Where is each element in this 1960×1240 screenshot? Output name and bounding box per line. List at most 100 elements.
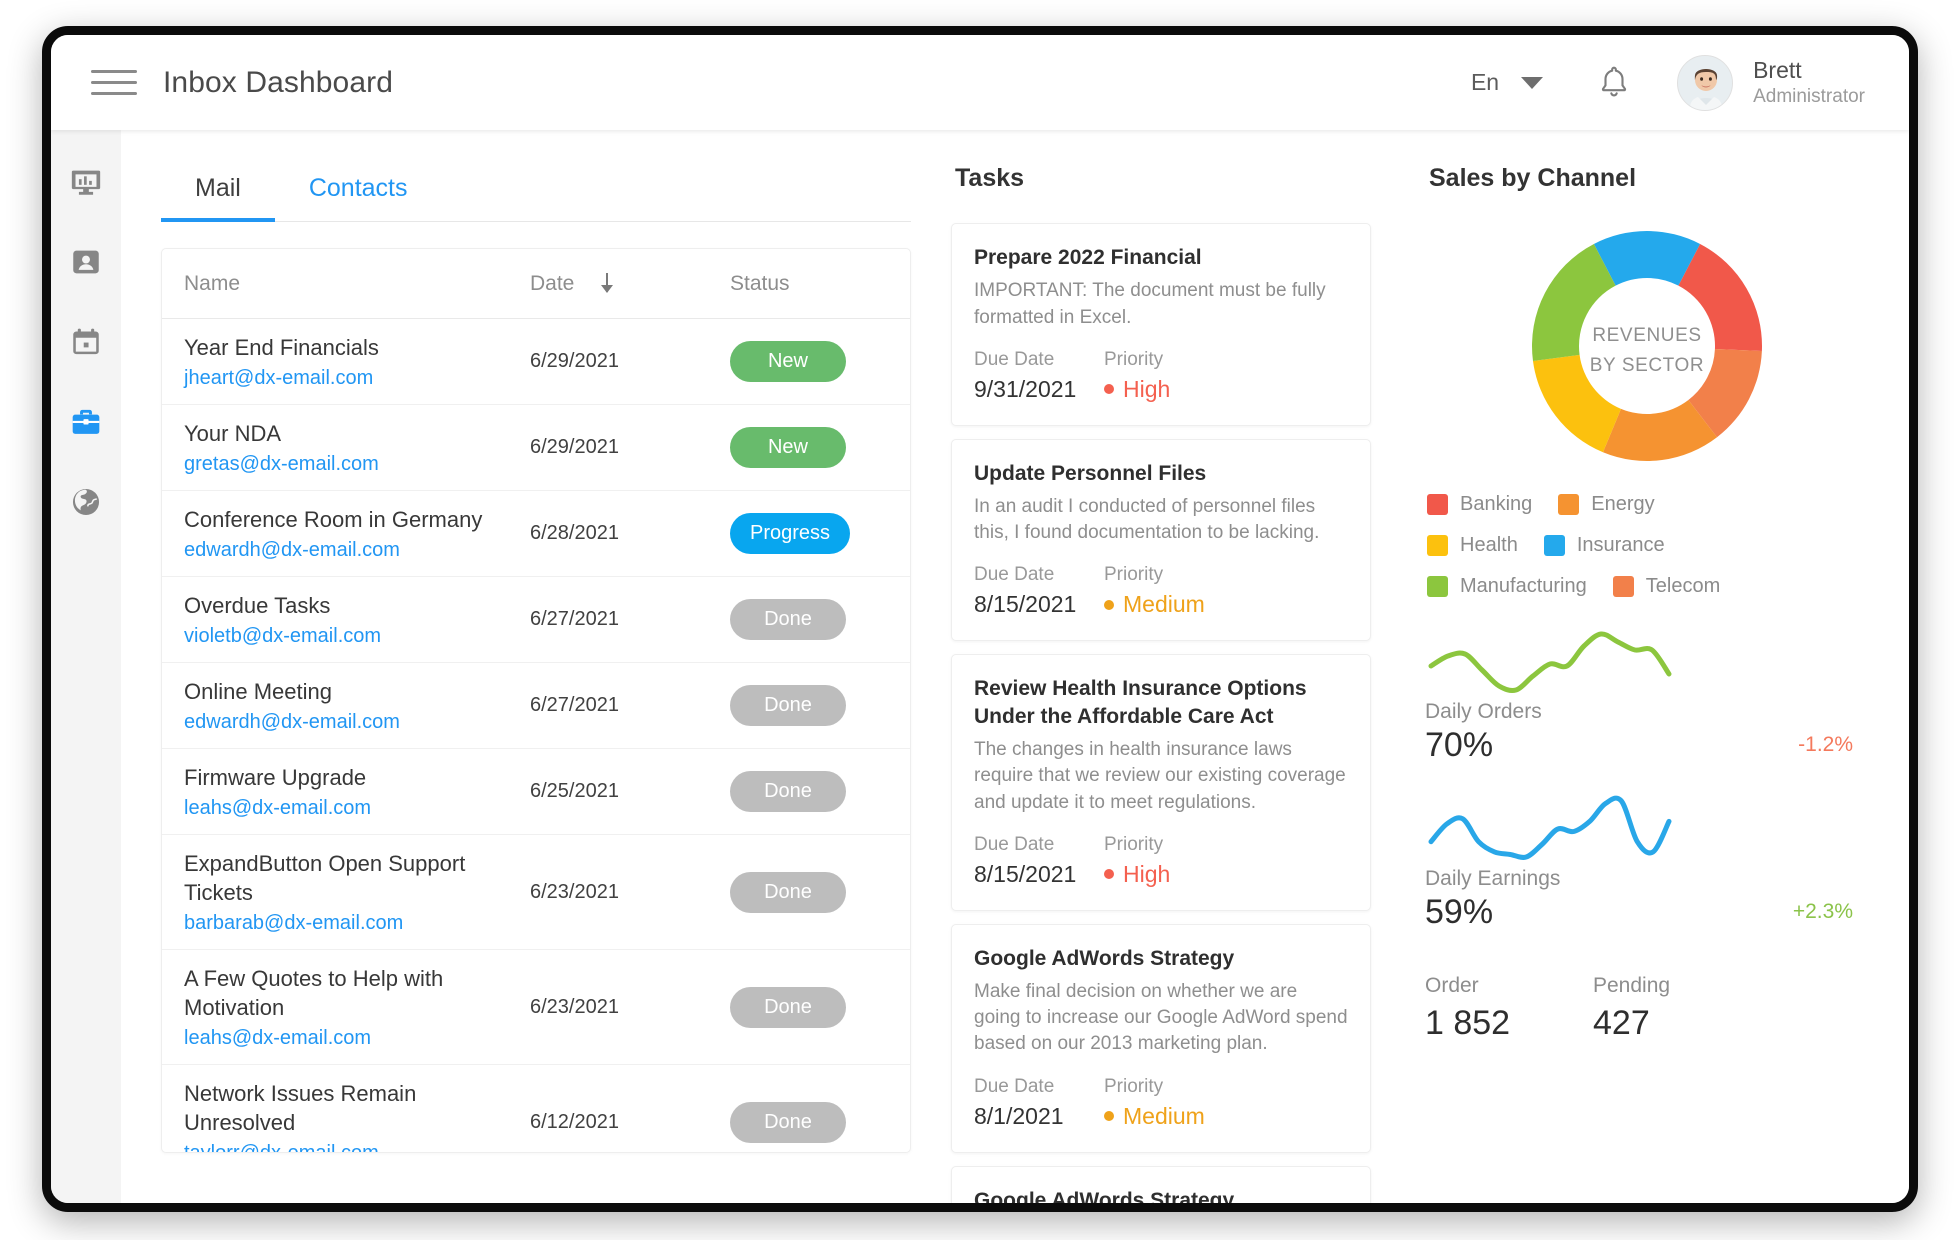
left-nav-rail [51, 130, 121, 1203]
column-header-date[interactable]: Date [530, 272, 730, 296]
legend-color-swatch [1558, 494, 1580, 515]
priority-dot-icon [1104, 599, 1114, 610]
mail-sender-email[interactable]: edwardh@dx-email.com [184, 539, 530, 562]
task-priority-label: Priority [1104, 833, 1164, 855]
task-description: The changes in health insurance laws req… [974, 739, 1346, 813]
task-priority-label: Priority [1104, 348, 1164, 370]
page-title: Inbox Dashboard [163, 65, 393, 99]
tasks-panel: Tasks Prepare 2022 Financial IMPORTANT: T… [951, 130, 1371, 1203]
status-badge[interactable]: Done [730, 1101, 846, 1143]
user-info: Brett Administrator [1753, 56, 1865, 110]
task-due-label: Due Date [974, 348, 1055, 370]
sidebar-item-globe[interactable] [61, 478, 111, 526]
legend-item[interactable]: Insurance [1543, 534, 1665, 557]
legend-item[interactable]: Banking [1427, 493, 1532, 516]
task-title: Google AdWords Strategy [974, 1188, 1235, 1212]
task-priority-value: Medium [1104, 591, 1205, 618]
priority-dot-icon [1104, 384, 1114, 395]
task-card[interactable]: Prepare 2022 Financial IMPORTANT: The doc… [951, 223, 1371, 426]
donut-legend: Banking Energy Health Insurance Manufacturin… [1425, 493, 1755, 598]
table-row[interactable]: Online Meeting edwardh@dx-email.com 6/27/2… [162, 663, 910, 750]
status-badge[interactable]: Done [730, 685, 846, 727]
task-card[interactable]: Google AdWords StrategyMake final decisi… [951, 1165, 1371, 1212]
task-priority-value: Medium [1104, 1103, 1205, 1130]
task-description: IMPORTANT: The document must be fully fo… [974, 280, 1326, 328]
table-row[interactable]: Conference Room in Germany edwardh@dx-ema… [162, 491, 910, 578]
notifications-bell-icon[interactable] [1597, 64, 1631, 102]
task-priority-label: Priority [1104, 1075, 1164, 1097]
mail-sender-email[interactable]: leahs@dx-email.com [184, 797, 530, 820]
table-row[interactable]: ExpandButton Open Support Tickets barbara… [162, 835, 910, 951]
priority-dot-icon [1104, 869, 1114, 880]
status-badge[interactable]: Done [730, 871, 846, 913]
legend-label: Energy [1591, 493, 1655, 515]
task-due-label: Due Date [974, 1075, 1055, 1097]
mail-subject: Year End Financials [184, 335, 379, 360]
tab-contacts[interactable]: Contacts [275, 164, 442, 221]
totals-row: Order 1 852 Pending 427 [1425, 974, 1869, 1043]
total-pending-label: Pending [1593, 974, 1671, 997]
legend-color-swatch [1543, 535, 1565, 556]
language-label: En [1470, 69, 1500, 95]
legend-item[interactable]: Energy [1558, 493, 1655, 516]
donut-chart: REVENUES BY SECTOR [1425, 221, 1869, 471]
legend-color-swatch [1427, 494, 1448, 515]
task-due-value: 8/1/2021 [974, 1102, 1064, 1129]
mail-date: 6/28/2021 [530, 522, 619, 545]
mail-sender-email[interactable]: edwardh@dx-email.com [184, 711, 530, 734]
kpi-value: 59% [1425, 893, 1494, 931]
mail-sender-email[interactable]: violetb@dx-email.com [184, 625, 530, 648]
sidebar-item-dashboard[interactable] [61, 158, 111, 206]
table-row[interactable]: Overdue Tasks violetb@dx-email.com 6/27/20… [162, 577, 910, 664]
sidebar-item-calendar[interactable] [61, 318, 111, 366]
status-badge[interactable]: New [730, 427, 846, 469]
kpi-delta: +2.3% [1792, 900, 1853, 923]
mail-subject: Firmware Upgrade [184, 765, 367, 791]
table-row[interactable]: Year End Financials jheart@dx-email.com 6/… [162, 319, 910, 406]
mail-sender-email[interactable]: barbarab@dx-email.com [184, 912, 530, 935]
language-selector[interactable]: En [1463, 63, 1551, 102]
legend-color-swatch [1427, 535, 1448, 556]
status-badge[interactable]: Done [730, 986, 846, 1028]
table-row[interactable]: Network Issues Remain Unresolved taylorr@… [162, 1065, 910, 1152]
status-badge[interactable]: Done [730, 771, 846, 813]
tab-mail[interactable]: Mail [161, 164, 275, 222]
column-header-name[interactable]: Name [162, 272, 530, 296]
column-header-status[interactable]: Status [730, 272, 910, 296]
status-badge[interactable]: Done [730, 599, 846, 641]
task-card[interactable]: Update Personnel Files In an audit I cond… [951, 438, 1371, 642]
user-name: Brett [1753, 56, 1802, 83]
status-badge[interactable]: New [730, 341, 846, 383]
mail-sender-email[interactable]: taylorr@dx-email.com [184, 1142, 530, 1152]
legend-item[interactable]: Manufacturing [1427, 575, 1587, 598]
mail-sender-email[interactable]: leahs@dx-email.com [184, 1027, 530, 1050]
user-avatar[interactable] [1677, 54, 1734, 111]
task-due-value: 9/31/2021 [974, 375, 1077, 402]
mail-tabs: Mail Contacts [161, 164, 911, 222]
kpi-delta: -1.2% [1798, 733, 1853, 756]
mail-table-body: Year End Financials jheart@dx-email.com 6/… [162, 319, 910, 1152]
table-row[interactable]: Your NDA gretas@dx-email.com 6/29/2021 New [162, 405, 910, 492]
task-priority-label: Priority [1104, 564, 1164, 586]
hamburger-menu-icon[interactable] [91, 66, 137, 100]
task-meta: Due Date 9/31/2021 Priority High [974, 349, 1348, 403]
task-card[interactable]: Review Health Insurance Options Under th… [951, 654, 1371, 911]
app-body: Mail Contacts Name Date Status Year End … [51, 130, 1909, 1203]
legend-item[interactable]: Telecom [1612, 575, 1720, 598]
legend-item[interactable]: Health [1427, 534, 1518, 557]
top-app-bar: Inbox Dashboard En Brett Administrator [51, 35, 1909, 130]
table-row[interactable]: A Few Quotes to Help with Motivation leah… [162, 950, 910, 1066]
kpi-daily-earnings: Daily Earnings 59% +2.3% [1425, 795, 1869, 932]
task-card[interactable]: Google AdWords StrategyMake final decisi… [951, 923, 1371, 1153]
mail-date: 6/27/2021 [530, 608, 619, 631]
mail-sender-email[interactable]: gretas@dx-email.com [184, 453, 530, 476]
sidebar-item-contacts[interactable] [61, 238, 111, 286]
table-row[interactable]: Firmware Upgrade leahs@dx-email.com 6/25/2… [162, 749, 910, 836]
donut-chart-svg[interactable]: REVENUES BY SECTOR [1522, 221, 1772, 471]
status-badge[interactable]: Progress [730, 513, 851, 555]
chevron-down-icon [1521, 76, 1544, 89]
kpi-label: Daily Earnings [1425, 867, 1561, 890]
mail-subject: Network Issues Remain Unresolved [184, 1081, 417, 1136]
sidebar-item-work[interactable] [61, 398, 111, 446]
mail-sender-email[interactable]: jheart@dx-email.com [184, 367, 530, 390]
